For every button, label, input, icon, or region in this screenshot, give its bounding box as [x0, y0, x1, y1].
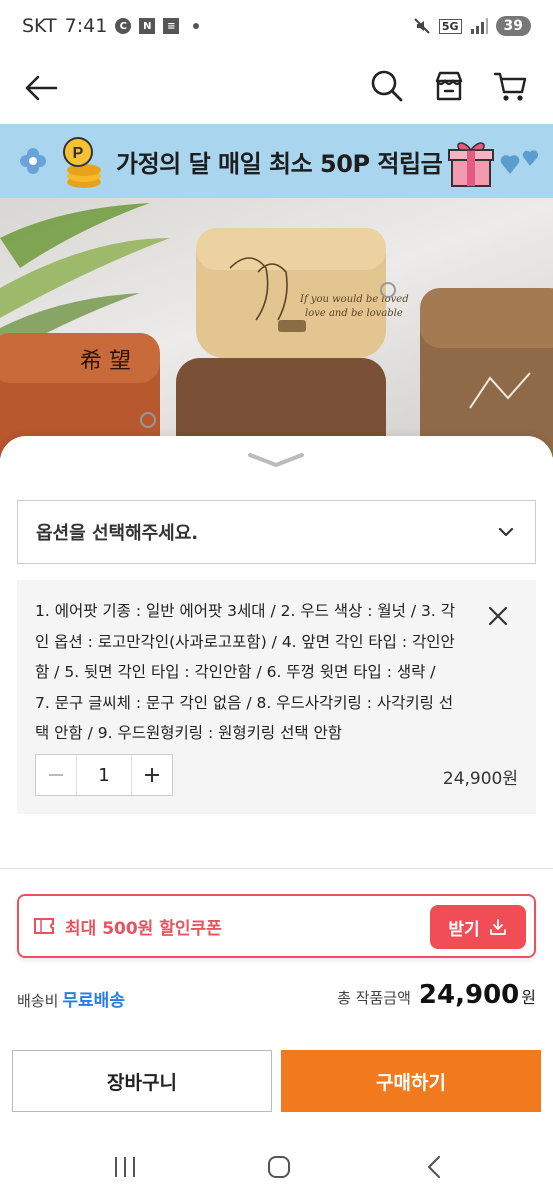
- option-select-placeholder: 옵션을 선택해주세요.: [36, 523, 199, 544]
- home-icon: [268, 1156, 290, 1178]
- store-button[interactable]: [429, 66, 469, 106]
- download-icon: [489, 919, 506, 935]
- notification-c-icon: C: [115, 18, 132, 34]
- notification-news-icon: ≡: [163, 18, 180, 34]
- coupon-ticket-icon: [34, 918, 54, 934]
- add-to-cart-button[interactable]: 장바구니: [12, 1050, 272, 1112]
- cart-button[interactable]: [491, 66, 531, 106]
- total-price: 총 작품금액 24,900 원: [337, 980, 536, 1010]
- home-button[interactable]: [264, 1152, 294, 1182]
- total-label: 총 작품금액: [337, 989, 411, 1007]
- hearts-icon: [500, 150, 539, 174]
- system-back-button[interactable]: [420, 1152, 450, 1182]
- product-photo-illustration: If you would be loved love and be lovabl…: [0, 203, 553, 458]
- notification-n-icon: N: [139, 18, 156, 34]
- selected-option-item: 1. 에어팟 기종 : 일반 에어팟 3세대 / 2. 우드 색상 : 월넛 /…: [17, 580, 536, 814]
- recent-apps-button[interactable]: [110, 1152, 140, 1182]
- recent-apps-icon: [115, 1157, 135, 1177]
- arrow-left-icon: [25, 75, 58, 101]
- mute-icon: [414, 18, 430, 34]
- more-notifications-icon: [193, 23, 200, 29]
- store-icon: [435, 71, 463, 101]
- shipping-label: 배송비: [17, 992, 59, 1010]
- buy-now-button[interactable]: 구매하기: [281, 1050, 541, 1112]
- quantity-value[interactable]: 1: [76, 755, 132, 795]
- svg-text:希 望: 希 望: [80, 349, 131, 374]
- minus-icon: [49, 774, 63, 776]
- product-image: If you would be loved love and be lovabl…: [0, 198, 553, 458]
- coupon-label: 최대 500원 할인쿠폰: [65, 918, 222, 939]
- shipping-info: 배송비 무료배송: [17, 986, 125, 1011]
- banner-text: 가정의 달 매일 최소 50P 적립금: [116, 150, 443, 178]
- svg-text:love and be lovable: love and be lovable: [305, 308, 403, 319]
- chevron-down-handle-icon: [248, 453, 304, 467]
- search-button[interactable]: [367, 66, 407, 106]
- status-bar: SKT 7:41 C N ≡ 5G 39: [0, 0, 553, 52]
- carrier-label: SKT: [22, 15, 57, 37]
- promo-banner[interactable]: P 가정의 달 매일 최소 50P 적립금: [0, 124, 553, 198]
- point-coin-icon: P: [63, 137, 101, 188]
- top-navigation: [0, 52, 553, 124]
- option-bottom-sheet: 옵션을 선택해주세요. 1. 에어팟 기종 : 일반 에어팟 3세대 / 2. …: [0, 436, 553, 1200]
- sheet-handle[interactable]: [246, 450, 306, 470]
- coupon-download-label: 받기: [448, 919, 480, 940]
- cart-icon: [493, 72, 527, 101]
- section-divider: [0, 868, 553, 869]
- svg-text:P: P: [73, 145, 84, 162]
- flower-icon: [20, 148, 46, 174]
- option-select[interactable]: 옵션을 선택해주세요.: [17, 500, 536, 564]
- coupon-download-button[interactable]: 받기: [430, 905, 526, 949]
- network-type: 5G: [438, 18, 462, 34]
- total-unit: 원: [521, 988, 536, 1007]
- decrease-quantity-button[interactable]: [36, 755, 76, 795]
- system-navigation-bar: [0, 1140, 553, 1200]
- search-icon: [371, 70, 403, 102]
- clock: 7:41: [64, 15, 108, 37]
- signal-icon: [470, 18, 488, 34]
- shipping-value: 무료배송: [62, 991, 125, 1011]
- coupon-banner[interactable]: 최대 500원 할인쿠폰 받기: [17, 894, 536, 958]
- close-icon[interactable]: [486, 604, 510, 628]
- total-value: 24,900: [418, 980, 520, 1010]
- gift-box-icon: [448, 142, 494, 187]
- battery-indicator: 39: [495, 16, 531, 36]
- quantity-stepper: 1: [35, 754, 173, 796]
- selected-option-description: 1. 에어팟 기종 : 일반 에어팟 3세대 / 2. 우드 색상 : 월넛 /…: [35, 602, 455, 742]
- option-price: 24,900원: [442, 769, 518, 789]
- increase-quantity-button[interactable]: [132, 755, 172, 795]
- back-button[interactable]: [22, 68, 62, 108]
- plus-icon: [145, 768, 159, 782]
- chevron-left-icon: [427, 1155, 441, 1179]
- chevron-down-icon: [498, 527, 514, 537]
